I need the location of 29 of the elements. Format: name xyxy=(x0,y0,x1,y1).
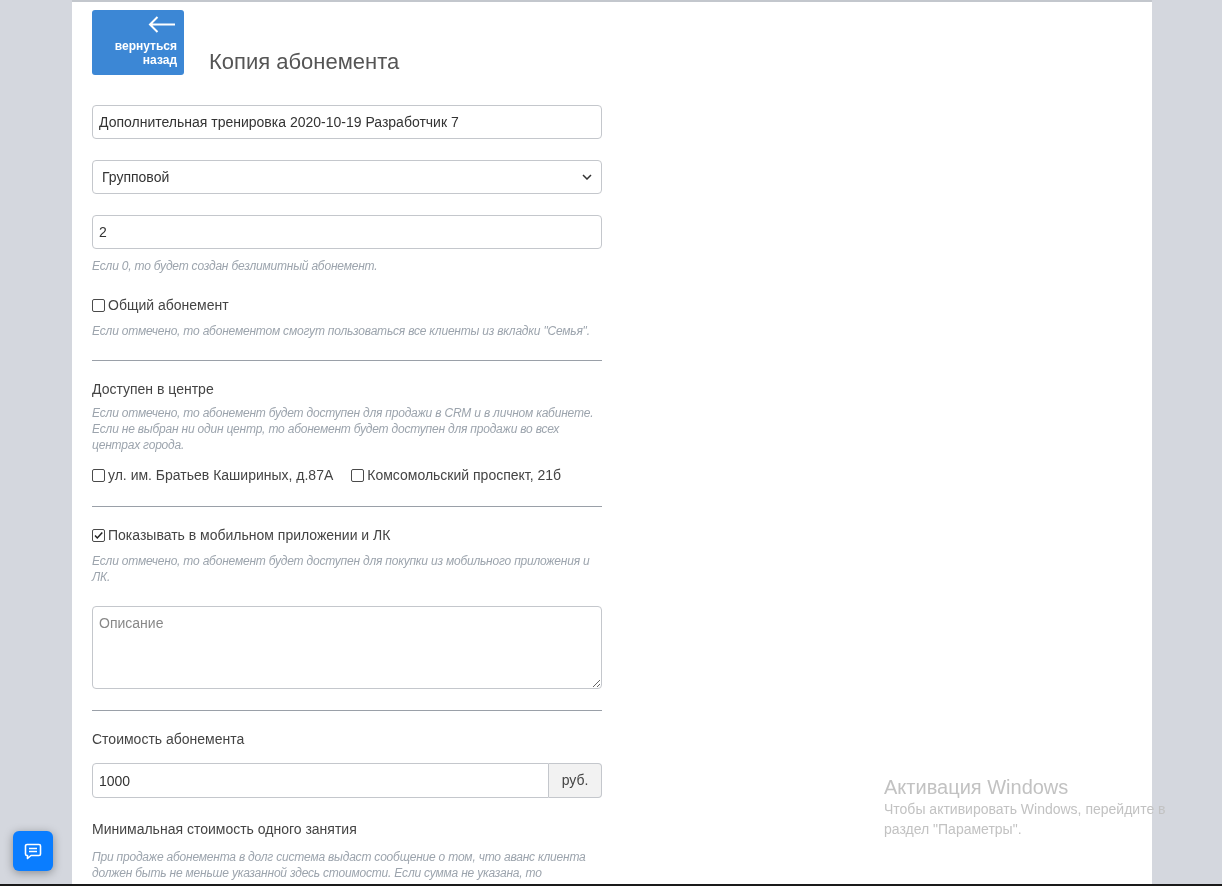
checkbox[interactable] xyxy=(92,298,105,312)
checkbox-label: ул. им. Братьев Кашириных, д.87А xyxy=(108,465,334,485)
checkbox[interactable] xyxy=(92,468,105,482)
field-label: Минимальная стоимость одного занятия xyxy=(92,820,358,839)
hint-text: Если 0, то будет создан безлимитный абонемент. xyxy=(92,258,379,274)
activation-title: Активация Windows xyxy=(884,775,1070,799)
currency-addon: руб. xyxy=(549,763,602,798)
text-field[interactable]: Дополнительная тренировка 2020-10-19 Разработчик 7 xyxy=(92,105,602,139)
type-select[interactable]: Групповой xyxy=(92,160,602,194)
checkbox-label: Общий абонемент xyxy=(108,295,229,315)
back-button[interactable]: вернуться назад xyxy=(92,10,184,75)
checkbox[interactable] xyxy=(351,468,365,482)
hint-text: Если отмечено, то абонемент будет доступен для продажи в CRM и в личном кабинете. Если не выбран ни один центр, то абонемент будет доступен для продажи во всех центрах города. xyxy=(92,405,595,453)
checkbox[interactable] xyxy=(92,528,105,542)
checkbox-label: Комсомольский проспект, 21б xyxy=(367,465,562,485)
description-field[interactable]: Описание xyxy=(92,606,602,689)
field-label: Стоимость абонемента xyxy=(92,730,246,749)
chevron-down-icon xyxy=(582,174,592,180)
checkbox-label: Показывать в мобильном приложении и ЛК xyxy=(108,525,391,545)
text-field[interactable]: 2 xyxy=(92,215,602,249)
price-field[interactable]: 1000 xyxy=(92,763,549,798)
hint-text: При продаже абонемента в долг система выдаст сообщение о том, что аванс клиента должен быть не меньше указанной здесь стоимости. Если сумма не указана, то xyxy=(92,849,587,881)
arrow-left-icon xyxy=(148,16,176,33)
chat-bubble-icon xyxy=(24,842,42,860)
chat-button[interactable] xyxy=(13,831,53,871)
page-title: Копия абонемента xyxy=(209,49,400,75)
hint-text: Если отмечено, то абонемент будет доступен для покупки из мобильного приложения и ЛК. xyxy=(92,553,591,585)
field-label: Доступен в центре xyxy=(92,380,215,399)
hint-text: Если отмечено, то абонементом смогут пользоваться все клиенты из вкладки "Семья". xyxy=(92,323,591,339)
